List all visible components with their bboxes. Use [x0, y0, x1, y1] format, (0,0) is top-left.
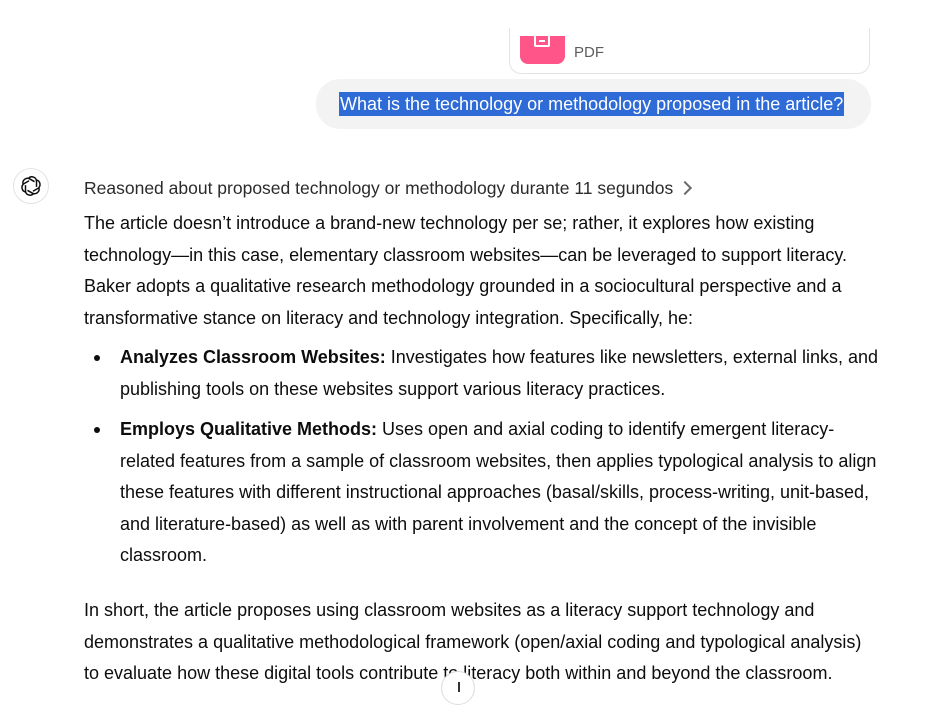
- summary-line: In short, the article proposes using cla…: [84, 600, 815, 620]
- bullet-text: publishing tools on these websites suppo…: [120, 378, 666, 399]
- list-item: Employs Qualitative Methods: Uses open a…: [84, 414, 884, 572]
- intro-line: technology—in this case, elementary clas…: [84, 244, 848, 265]
- summary-line: demonstrates a qualitative methodologica…: [84, 631, 862, 652]
- bullet-text: Investigates how features like newslette…: [385, 347, 879, 367]
- list-item: Analyzes Classroom Websites: Investigate…: [84, 342, 884, 405]
- scroll-down-button[interactable]: [441, 671, 475, 705]
- user-message-bubble: What is the technology or methodology pr…: [316, 79, 871, 129]
- attachment-card[interactable]: PDF: [509, 28, 870, 74]
- bullet-text: Uses open and axial coding to identify e…: [377, 418, 835, 439]
- reasoning-toggle[interactable]: Reasoned about proposed technology or me…: [84, 176, 693, 200]
- bullet-text: related features from a sample of classr…: [120, 450, 877, 471]
- bullet-text: these features with different instructio…: [120, 482, 870, 503]
- openai-logo-icon: [13, 168, 49, 204]
- reasoning-label: Reasoned about proposed technology or me…: [84, 178, 674, 198]
- bullet-title: Employs Qualitative Methods:: [120, 418, 378, 439]
- bullet-text: classroom.: [120, 545, 208, 566]
- document-icon: [520, 36, 565, 64]
- intro-paragraph: The article doesn’t introduce a brand-ne…: [84, 208, 879, 334]
- intro-line: The article doesn’t introduce a brand-ne…: [84, 213, 815, 233]
- summary-line: to evaluate how these digital tools cont…: [84, 663, 833, 684]
- bullet-list: Analyzes Classroom Websites: Investigate…: [84, 342, 884, 572]
- user-message-text: What is the technology or methodology pr…: [339, 92, 845, 116]
- bullet-title: Analyzes Classroom Websites:: [120, 347, 386, 367]
- intro-line: Baker adopts a qualitative research meth…: [84, 276, 842, 297]
- chevron-right-icon: [678, 180, 693, 196]
- intro-line: transformative stance on literacy and te…: [84, 307, 693, 328]
- bullet-text: and literature-based) as well as with pa…: [120, 513, 817, 534]
- summary-paragraph: In short, the article proposes using cla…: [84, 595, 879, 690]
- attachment-type-label: PDF: [574, 44, 604, 61]
